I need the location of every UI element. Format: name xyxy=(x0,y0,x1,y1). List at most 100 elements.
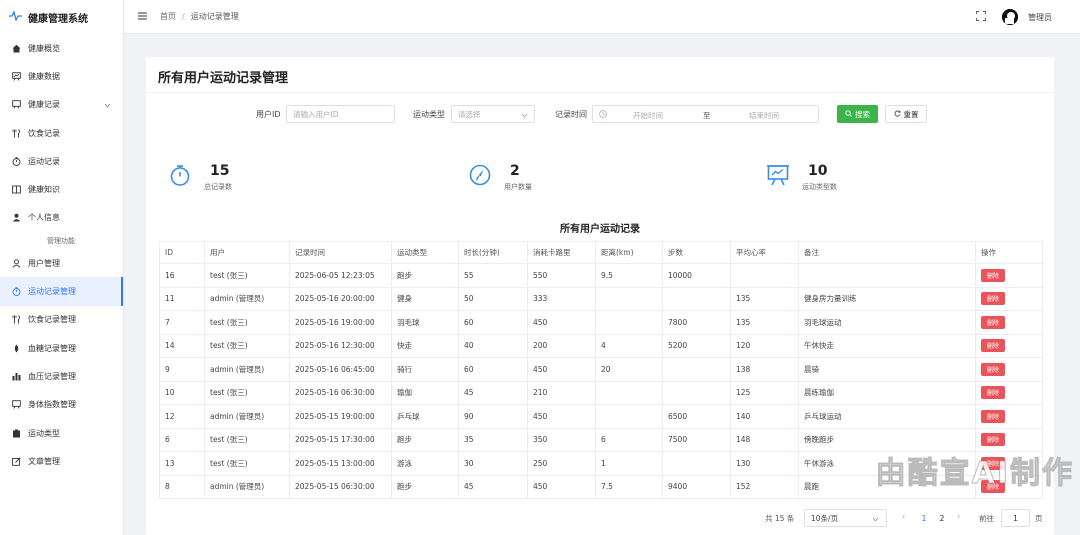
delete-button[interactable]: 删除 xyxy=(981,433,1006,447)
table-cell: 135 xyxy=(730,286,799,311)
table-cell: 10 xyxy=(159,380,205,405)
brand[interactable]: 健康管理系统 xyxy=(0,0,123,34)
column-header: 步数 xyxy=(662,241,731,264)
next-page-icon[interactable]: › xyxy=(957,512,960,521)
sidebar-item-blood-pressure-management[interactable]: 血压记录管理 xyxy=(0,362,123,390)
delete-button[interactable]: 删除 xyxy=(981,268,1006,282)
pagination-total: 共 15 条 xyxy=(765,514,795,523)
table-cell: 8 xyxy=(159,474,205,499)
sidebar-item-exercise-record-management[interactable]: 运动记录管理 xyxy=(0,277,123,306)
prev-page-icon[interactable]: ‹ xyxy=(902,512,905,521)
sidebar-item-exercise-records[interactable]: 运动记录 xyxy=(0,147,123,175)
username[interactable]: 管理员 xyxy=(1028,12,1052,23)
page-button-2[interactable]: 2 xyxy=(934,510,950,526)
table-cell: 9 xyxy=(159,357,205,382)
exercise-type-label: 运动类型 xyxy=(413,110,445,119)
stat-value: 15 xyxy=(210,163,230,179)
fullscreen-icon[interactable] xyxy=(976,11,986,23)
sidebar-item-personal-info[interactable]: 个人信息 xyxy=(0,204,123,232)
sidebar-item-diet-record-management[interactable]: 饮食记录管理 xyxy=(0,306,123,334)
table-cell xyxy=(662,286,731,311)
table-cell xyxy=(595,380,663,405)
column-header: 时长(分钟) xyxy=(458,241,528,264)
table-cell: 11 xyxy=(159,286,205,311)
breadcrumb-separator: / xyxy=(182,12,185,21)
table-cell: 30 xyxy=(458,451,528,476)
table-cell: 50 xyxy=(458,286,528,311)
table-cell: 羽毛球 xyxy=(391,310,459,335)
reset-button-label: 重置 xyxy=(903,109,919,119)
stat-value: 10 xyxy=(808,163,828,179)
table-row: 14 test (张三) 2025-05-16 12:30:00 快走 40 200 4 52… xyxy=(159,333,1043,358)
end-date-input[interactable]: 结束时间 xyxy=(749,110,779,121)
table-cell: 45 xyxy=(458,380,528,405)
exercise-type-placeholder: 请选择 xyxy=(458,109,481,119)
table-cell: 138 xyxy=(730,357,799,382)
table-cell: 晨练瑜伽 xyxy=(798,380,976,405)
user-id-label: 用户ID xyxy=(256,110,281,119)
user-icon xyxy=(12,213,21,222)
page-title: 所有用户运动记录管理 xyxy=(158,71,289,86)
sidebar-item-health-data[interactable]: 健康数据 xyxy=(0,62,123,90)
action-cell: 删除 xyxy=(975,263,1043,288)
sidebar-item-health-records[interactable]: 健康记录 xyxy=(0,91,123,119)
table-cell: 10000 xyxy=(662,263,731,288)
sidebar-item-label: 个人信息 xyxy=(28,213,60,223)
sidebar-item-label: 运动记录管理 xyxy=(28,287,76,297)
delete-button[interactable]: 删除 xyxy=(981,339,1006,353)
stat-label: 用户数量 xyxy=(504,183,532,191)
page-button-1[interactable]: 1 xyxy=(916,510,932,526)
table-cell: 60 xyxy=(458,357,528,382)
sidebar-item-exercise-types[interactable]: 运动类型 xyxy=(0,419,123,447)
reset-button[interactable]: 重置 xyxy=(885,105,927,123)
avatar[interactable] xyxy=(1002,9,1018,25)
refresh-icon xyxy=(894,110,901,119)
start-date-input[interactable]: 开始时间 xyxy=(633,110,663,121)
sidebar-item-blood-sugar-management[interactable]: 血糖记录管理 xyxy=(0,334,123,362)
delete-button[interactable]: 删除 xyxy=(981,292,1006,306)
delete-button[interactable]: 删除 xyxy=(981,315,1006,329)
sidebar-item-label: 血糖记录管理 xyxy=(28,343,76,353)
table-cell: 7800 xyxy=(662,310,731,335)
table-cell: 2025-05-16 06:30:00 xyxy=(289,380,392,405)
breadcrumb-home[interactable]: 首页 xyxy=(160,11,176,22)
delete-button[interactable]: 删除 xyxy=(981,386,1006,400)
table-row: 16 test (张三) 2025-06-05 12:23:05 跑步 55 550 9.5… xyxy=(159,263,1043,288)
sidebar-item-article-management[interactable]: 文章管理 xyxy=(0,447,123,475)
sidebar-item-health-overview[interactable]: 健康概览 xyxy=(0,34,123,62)
hamburger-menu-icon[interactable] xyxy=(138,12,148,22)
page-unit-label: 页 xyxy=(1035,514,1043,523)
sidebar-item-health-knowledge[interactable]: 健康知识 xyxy=(0,175,123,203)
sidebar-item-user-management[interactable]: 用户管理 xyxy=(0,249,123,277)
compass-icon xyxy=(468,163,492,187)
page-size-select[interactable]: 10条/页 xyxy=(804,509,887,527)
sidebar-item-label: 运动类型 xyxy=(28,428,60,438)
delete-button[interactable]: 删除 xyxy=(981,409,1006,423)
user-id-input[interactable]: 请输入用户ID xyxy=(286,105,395,123)
table-cell: 2025-05-15 19:00:00 xyxy=(289,404,392,429)
exercise-type-select[interactable]: 请选择 xyxy=(451,105,535,123)
table-cell: 14 xyxy=(159,333,205,358)
table-cell: admin (管理员) xyxy=(204,474,290,499)
table-cell: 450 xyxy=(527,404,596,429)
table-cell: 125 xyxy=(730,380,799,405)
home-icon xyxy=(12,44,21,53)
table-cell: 152 xyxy=(730,474,799,499)
table-cell: 20 xyxy=(595,357,663,382)
search-button[interactable]: 搜索 xyxy=(837,105,878,123)
sidebar-item-body-index-management[interactable]: 身体指数管理 xyxy=(0,391,123,419)
sidebar-item-diet-records[interactable]: 饮食记录 xyxy=(0,119,123,147)
table-cell xyxy=(662,357,731,382)
delete-button[interactable]: 删除 xyxy=(981,362,1006,376)
table-cell: test (张三) xyxy=(204,380,290,405)
date-range-picker[interactable]: 开始时间 至 结束时间 xyxy=(592,105,819,123)
table-cell: 2025-05-15 13:00:00 xyxy=(289,451,392,476)
chevron-down-icon xyxy=(521,111,528,120)
table-cell: 450 xyxy=(527,357,596,382)
table-cell: 5200 xyxy=(662,333,731,358)
table-row: 7 test (张三) 2025-05-16 19:00:00 羽毛球 60 450 780… xyxy=(159,310,1043,335)
column-header: ID xyxy=(159,241,205,264)
column-header: 消耗卡路里 xyxy=(527,241,596,264)
fork-knife-icon xyxy=(12,128,21,138)
goto-page-input[interactable]: 1 xyxy=(1001,509,1030,527)
